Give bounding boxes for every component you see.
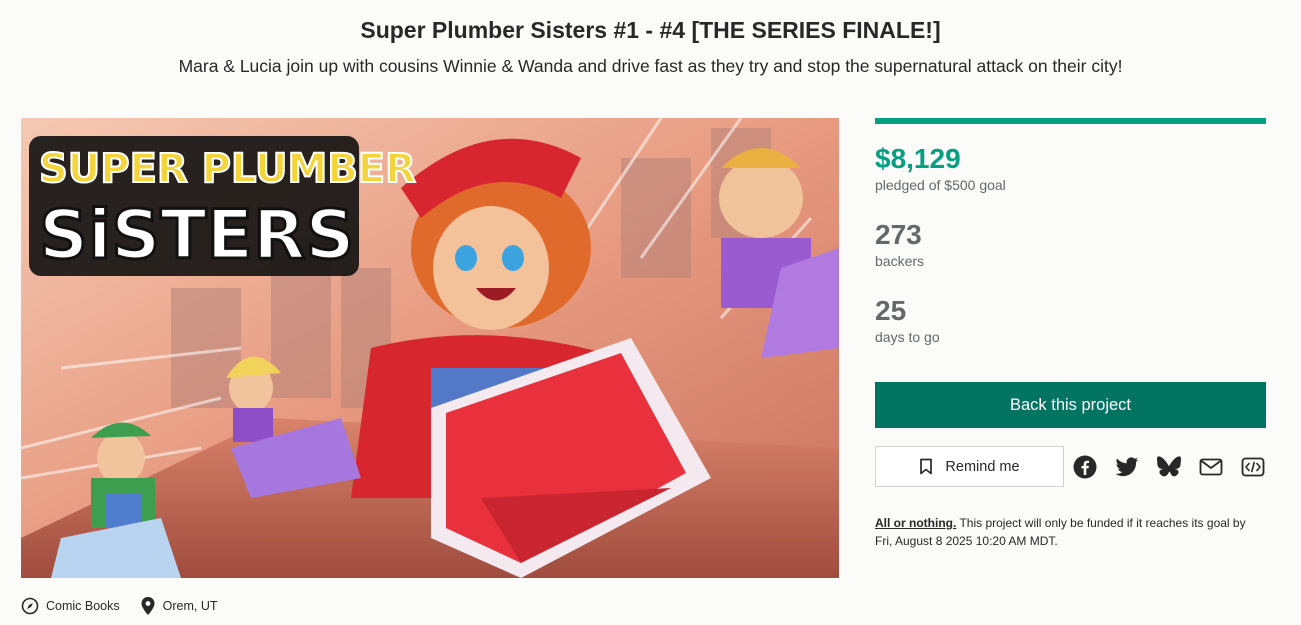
embed-icon[interactable] bbox=[1240, 454, 1266, 480]
project-header: Super Plumber Sisters #1 - #4 [THE SERIE… bbox=[0, 14, 1301, 78]
bluesky-icon[interactable] bbox=[1156, 454, 1182, 480]
category-label: Comic Books bbox=[46, 599, 120, 613]
hero-artwork: SUPER PLUMBER SiSTERS bbox=[21, 118, 839, 578]
location-link[interactable]: Orem, UT bbox=[140, 596, 218, 616]
backers-stat: 273 backers bbox=[875, 220, 1266, 270]
category-link[interactable]: Comic Books bbox=[21, 597, 120, 615]
project-blurb: Mara & Lucia join up with cousins Winnie… bbox=[178, 56, 1123, 76]
days-label: days to go bbox=[875, 329, 940, 345]
project-title: Super Plumber Sisters #1 - #4 [THE SERIE… bbox=[360, 17, 941, 43]
share-icons bbox=[1072, 454, 1266, 480]
secondary-actions: Remind me bbox=[875, 446, 1266, 487]
pledged-stat: $8,129 pledged of $500 goal bbox=[875, 144, 1266, 194]
remind-me-button[interactable]: Remind me bbox=[875, 446, 1064, 487]
hero-logo-line2: SiSTERS bbox=[39, 196, 354, 275]
email-icon[interactable] bbox=[1198, 454, 1224, 480]
remind-me-label: Remind me bbox=[945, 458, 1020, 475]
project-hero-image[interactable]: SUPER PLUMBER SiSTERS bbox=[21, 118, 839, 578]
bookmark-icon bbox=[920, 458, 933, 475]
map-pin-icon bbox=[141, 597, 155, 615]
back-project-button[interactable]: Back this project bbox=[875, 382, 1266, 428]
days-count: 25 bbox=[875, 295, 907, 326]
hero-logo: SUPER PLUMBER SiSTERS bbox=[29, 136, 417, 277]
compass-icon bbox=[21, 597, 39, 615]
hero-logo-line1: SUPER PLUMBER bbox=[39, 146, 416, 192]
funding-progress-bar bbox=[875, 118, 1266, 124]
backers-label: backers bbox=[875, 253, 925, 269]
facebook-icon[interactable] bbox=[1072, 454, 1098, 480]
backers-count: 273 bbox=[875, 219, 922, 250]
twitter-icon[interactable] bbox=[1114, 454, 1140, 480]
all-or-nothing-notice: All or nothing. This project will only b… bbox=[875, 514, 1266, 550]
funding-sidebar: $8,129 pledged of $500 goal 273 backers … bbox=[875, 118, 1266, 548]
days-stat: 25 days to go bbox=[875, 296, 1266, 346]
project-page: Super Plumber Sisters #1 - #4 [THE SERIE… bbox=[0, 0, 1301, 625]
all-or-nothing-link[interactable]: All or nothing. bbox=[875, 516, 956, 530]
project-meta: Comic Books Orem, UT bbox=[21, 595, 218, 617]
pledged-goal-label: pledged of $500 goal bbox=[875, 177, 1006, 193]
location-label: Orem, UT bbox=[162, 599, 218, 613]
pledged-amount: $8,129 bbox=[875, 143, 961, 174]
